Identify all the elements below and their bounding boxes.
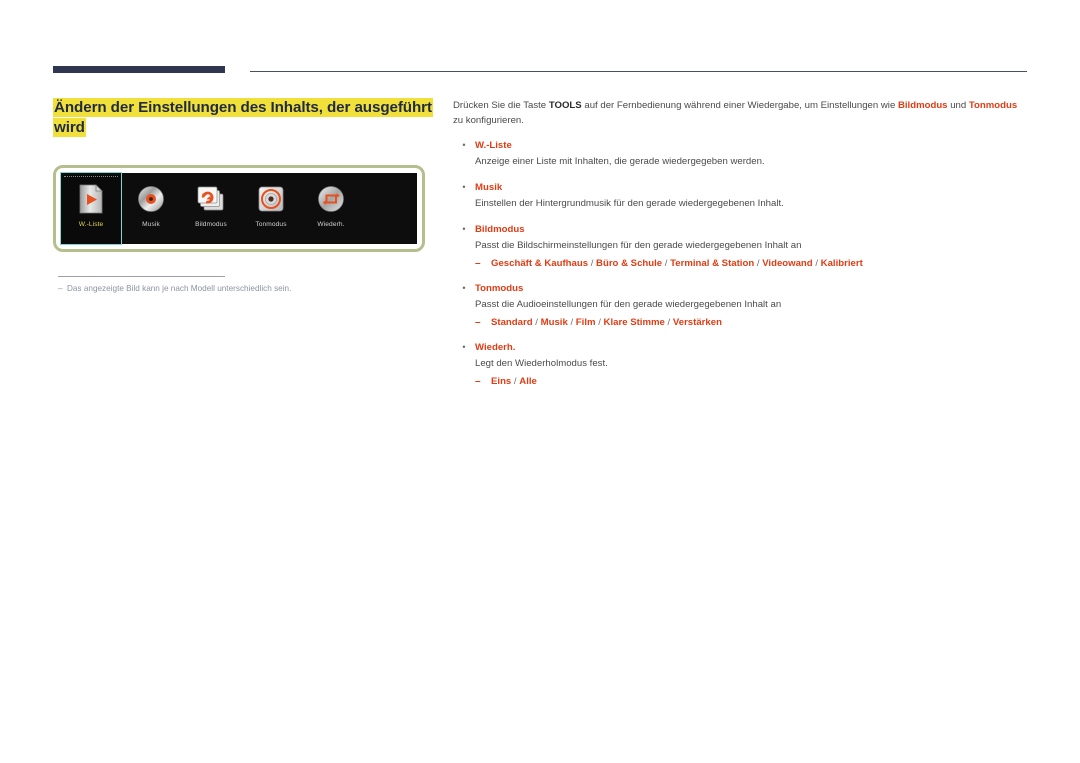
sub-dash-marker-icon: – (475, 317, 481, 329)
picture-mode-icon (194, 182, 228, 216)
bullet-heading-row: • Tonmodus (453, 281, 1027, 296)
bullet-title: W.-Liste (475, 140, 512, 152)
list-item: • Musik Einstellen der Hintergrundmusik … (453, 180, 1027, 212)
intro-part2: auf der Fernbedienung während einer Wied… (581, 100, 898, 111)
content-column: Drücken Sie die Taste TOOLS auf der Fern… (453, 99, 1027, 389)
list-item: • W.-Liste Anzeige einer Liste mit Inhal… (453, 138, 1027, 170)
bullet-options: Standard / Musik / Film / Klare Stimme /… (491, 317, 722, 329)
osd-label-bildmodus: Bildmodus (195, 221, 227, 228)
figure-tools-menu: W.-Liste Musik Bildmodus Tonmodus Wieder… (53, 165, 425, 252)
osd-item-bildmodus[interactable]: Bildmodus (181, 173, 241, 244)
bullet-marker-icon: • (462, 224, 466, 235)
osd-label-musik: Musik (142, 221, 160, 228)
bullet-marker-icon: • (462, 283, 466, 294)
note-text: Das angezeigte Bild kann je nach Modell … (67, 284, 292, 293)
osd-label-tonmodus: Tonmodus (255, 221, 287, 228)
osd-label-w-liste: W.-Liste (78, 221, 104, 228)
osd-item-musik[interactable]: Musik (121, 173, 181, 244)
header-thick-bar (53, 66, 225, 73)
bullet-options-row: – Geschäft & Kaufhaus / Büro & Schule / … (475, 254, 1027, 271)
intro-bildmodus-keyword: Bildmodus (897, 100, 948, 111)
figure-note: – Das angezeigte Bild kann je nach Modell… (58, 283, 418, 295)
bullet-description: Legt den Wiederholmodus fest. (475, 358, 608, 370)
osd-item-w-liste[interactable]: W.-Liste (60, 172, 122, 245)
header-thin-line (250, 71, 1027, 72)
music-disc-icon (134, 182, 168, 216)
tv-osd-screen: W.-Liste Musik Bildmodus Tonmodus Wieder… (60, 172, 417, 245)
bullet-title: Musik (475, 182, 503, 194)
sub-dash-marker-icon: – (475, 376, 481, 388)
bullet-heading-row: • Wiederh. (453, 340, 1027, 355)
osd-item-tonmodus[interactable]: Tonmodus (241, 173, 301, 244)
list-item: • Bildmodus Passt die Bildschirmeinstell… (453, 222, 1027, 271)
bullet-title: Tonmodus (475, 283, 524, 295)
bullet-description: Passt die Bildschirmeinstellungen für de… (475, 240, 802, 252)
intro-part1: Drücken Sie die Taste (453, 100, 549, 111)
bullet-title: Wiederh. (475, 342, 516, 354)
sub-dash-marker-icon: – (475, 258, 481, 270)
bullet-description: Anzeige einer Liste mit Inhalten, die ge… (475, 156, 765, 168)
list-item: • Tonmodus Passt die Audioeinstellungen … (453, 281, 1027, 330)
bullet-marker-icon: • (462, 182, 466, 193)
bullet-options-row: – Eins / Alle (475, 372, 1027, 389)
bullet-options: Eins / Alle (491, 376, 537, 388)
osd-item-wiederh[interactable]: Wiederh. (301, 173, 361, 244)
repeat-icon (314, 182, 348, 216)
bullet-heading-row: • Musik (453, 180, 1027, 195)
page-header-rule (53, 66, 1027, 76)
bullet-options: Geschäft & Kaufhaus / Büro & Schule / Te… (491, 258, 863, 270)
intro-paragraph: Drücken Sie die Taste TOOLS auf der Fern… (453, 99, 1027, 128)
note-dash: – (58, 284, 63, 293)
bullet-marker-icon: • (462, 140, 466, 151)
bullet-title: Bildmodus (475, 224, 525, 236)
page-title: Ändern der Einstellungen des Inhalts, de… (53, 98, 433, 138)
playlist-file-icon (74, 182, 108, 216)
intro-tonmodus-keyword: Tonmodus (968, 100, 1018, 111)
sound-mode-icon (254, 182, 288, 216)
note-separator-rule (58, 276, 225, 277)
bullet-description: Passt die Audioeinstellungen für den ger… (475, 299, 782, 311)
intro-part3: und (947, 100, 969, 111)
bullet-heading-row: • W.-Liste (453, 138, 1027, 153)
bullet-marker-icon: • (462, 342, 466, 353)
bullet-heading-row: • Bildmodus (453, 222, 1027, 237)
page-title-text: Ändern der Einstellungen des Inhalts, de… (53, 98, 433, 137)
intro-tools-keyword: TOOLS (548, 100, 582, 111)
intro-part4: zu konfigurieren. (453, 114, 524, 126)
bullet-options-row: – Standard / Musik / Film / Klare Stimme… (475, 313, 1027, 330)
list-item: • Wiederh. Legt den Wiederholmodus fest.… (453, 340, 1027, 389)
bullet-description: Einstellen der Hintergrundmusik für den … (475, 198, 784, 210)
osd-label-wiederh: Wiederh. (317, 221, 345, 228)
